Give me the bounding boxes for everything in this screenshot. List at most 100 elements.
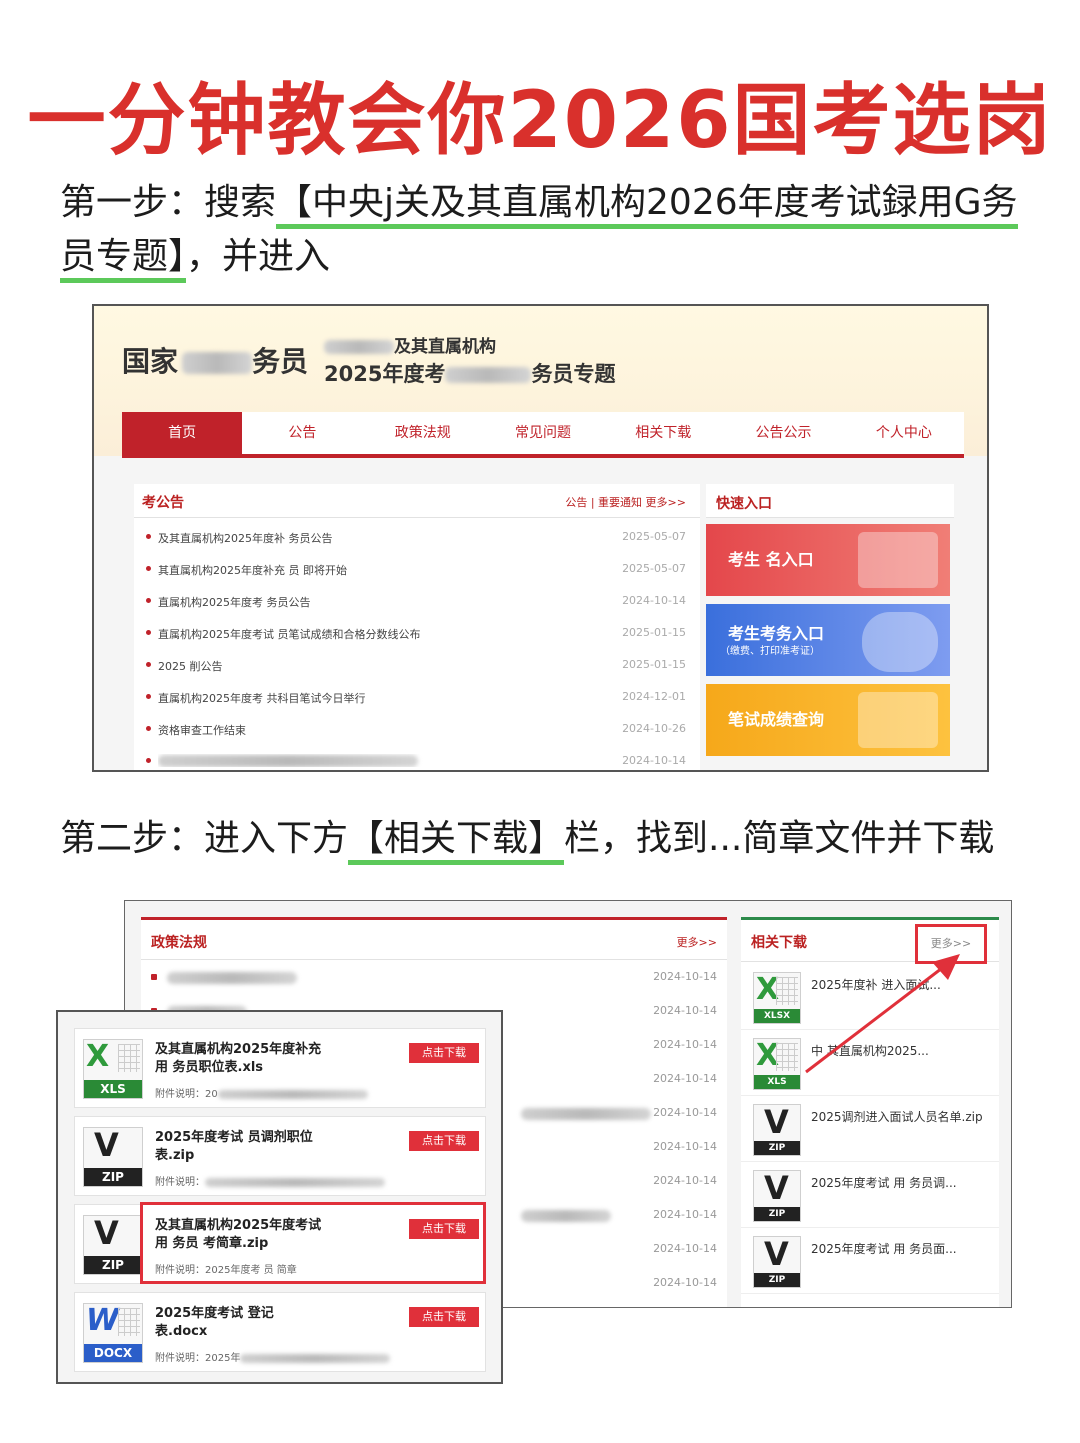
- news-item[interactable]: 直属机构2025年度考 共科目笔试今日举行 2024-12-01: [134, 682, 700, 714]
- main-nav: 首页 公告 政策法规 常见问题 相关下载 公告公示 个人中心: [122, 412, 964, 458]
- nav-downloads[interactable]: 相关下载: [603, 412, 723, 454]
- download-button[interactable]: 点击下载: [409, 1307, 479, 1327]
- blurred-text: [205, 1177, 385, 1187]
- news-item-date: 2025-05-07: [622, 530, 686, 543]
- policy-item-date: 2024-10-14: [653, 1242, 717, 1255]
- news-item-date: 2024-12-01: [622, 690, 686, 703]
- policy-item-date: 2024-10-14: [653, 1004, 717, 1017]
- download-card-name-line1[interactable]: 2025年度考试 登记: [155, 1306, 274, 1321]
- nav-home[interactable]: 首页: [122, 412, 243, 454]
- blurred-text: [445, 367, 532, 383]
- downloads-panel: 相关下载 更多>> X XLSX 2025年度补 进入面试... X XLS 中 其…: [741, 917, 999, 1307]
- download-card-note: 附件说明：20: [155, 1085, 368, 1100]
- exam-site-homepage-screenshot: 国家 务员 及其直属机构 2025年度考 务员专题 首页 公告 政策法规 常见问题 …: [92, 304, 989, 772]
- blurred-text: [217, 1089, 368, 1099]
- downloads-more-link[interactable]: 更多>>: [915, 924, 987, 964]
- news-item-title[interactable]: 资格审查工作结束: [158, 722, 578, 738]
- subtitle-text: 及其直属机构: [394, 337, 496, 357]
- news-item-date: 2024-10-14: [622, 754, 686, 767]
- person-at-computer-icon: [862, 612, 938, 672]
- bullet-icon: [146, 598, 151, 603]
- download-card[interactable]: W DOCX 2025年度考试 登记 表.docx 附件说明：2025年 点击下载: [74, 1292, 486, 1372]
- quick-entry-header: 快速入口: [706, 484, 954, 518]
- news-item-title[interactable]: 及其直属机构2025年度补 务员公告: [158, 530, 578, 546]
- news-item[interactable]: 直属机构2025年度考试 员笔试成绩和合格分数线公布 2025-01-15: [134, 618, 700, 650]
- quick-entry-title: 快速入口: [716, 496, 772, 512]
- page-title: 一分钟教会你2026国考选岗: [27, 76, 1053, 166]
- bullet-icon: [146, 662, 151, 667]
- news-item-date: 2025-01-15: [622, 658, 686, 671]
- subtitle-text-a: 2025年度考: [324, 362, 446, 386]
- policy-item[interactable]: 2024-10-14: [141, 960, 727, 994]
- step-one-highlight-b: 员专题】: [60, 236, 187, 283]
- news-item-date: 2025-05-07: [622, 562, 686, 575]
- document-illustration-icon: [858, 532, 938, 588]
- blurred-text: [521, 1108, 651, 1120]
- download-item[interactable]: X XLSX 2025年度补 进入面试...: [741, 966, 999, 1030]
- policy-item-date: 2024-10-14: [653, 1072, 717, 1085]
- nav-faq[interactable]: 常见问题: [483, 412, 603, 454]
- news-item[interactable]: 其直属机构2025年度补充 员 即将开始 2025-05-07: [134, 554, 700, 586]
- downloads-panel-title: 相关下载: [751, 935, 807, 951]
- site-logo[interactable]: 国家 务员: [122, 340, 308, 380]
- blurred-text: [182, 352, 253, 374]
- xls-file-icon: X XLS: [753, 1038, 801, 1090]
- news-panel-header: 考公告 公告 | 重要通知 更多>>: [134, 484, 700, 518]
- download-card-name[interactable]: 2025年度考试 员调剂职位 表.zip: [155, 1129, 405, 1165]
- download-card-name-line1[interactable]: 及其直属机构2025年度补充: [155, 1042, 321, 1057]
- bullet-icon: [146, 694, 151, 699]
- download-item[interactable]: V ZIP 2025调剂进入面试人员名单.zip: [741, 1098, 999, 1162]
- download-item-name[interactable]: 中 其直属机构2025...: [811, 1042, 991, 1059]
- nav-policies[interactable]: 政策法规: [363, 412, 483, 454]
- policy-item-date: 2024-10-14: [653, 1174, 717, 1187]
- score-query-button[interactable]: 笔试成绩查询: [706, 684, 950, 756]
- download-item[interactable]: V ZIP 2025年度考试 用 务员面...: [741, 1230, 999, 1294]
- nav-personal-center[interactable]: 个人中心: [844, 412, 964, 454]
- news-more-link[interactable]: 公告 | 重要通知 更多>>: [565, 494, 686, 510]
- download-button[interactable]: 点击下载: [409, 1131, 479, 1151]
- news-item-title[interactable]: 直属机构2025年度考试 员笔试成绩和合格分数线公布: [158, 626, 578, 642]
- news-item-title[interactable]: 直属机构2025年度考 务员公告: [158, 594, 578, 610]
- registration-entry-button[interactable]: 考生 名入口: [706, 524, 950, 596]
- news-item-title[interactable]: 2025 削公告: [158, 658, 578, 674]
- news-item-title[interactable]: [158, 754, 578, 767]
- download-item[interactable]: V ZIP 2025年度考试 用 务员调...: [741, 1164, 999, 1228]
- download-button[interactable]: 点击下载: [409, 1043, 479, 1063]
- download-card-name-line1[interactable]: 2025年度考试 员调剂职位: [155, 1130, 313, 1145]
- download-card-name[interactable]: 2025年度考试 登记 表.docx: [155, 1305, 405, 1341]
- download-card-name-line2[interactable]: 表.docx: [155, 1324, 207, 1339]
- news-item-title[interactable]: 直属机构2025年度考 共科目笔试今日举行: [158, 690, 578, 706]
- download-card-name-line2[interactable]: 表.zip: [155, 1148, 194, 1163]
- exam-affairs-entry-button[interactable]: 考生考务入口 （缴费、打印准考证）: [706, 604, 950, 676]
- download-card-note: 附件说明：2025年: [155, 1349, 391, 1364]
- nav-announcements[interactable]: 公告: [242, 412, 362, 454]
- download-item-name[interactable]: 2025调剂进入面试人员名单.zip: [811, 1108, 991, 1125]
- download-card[interactable]: X XLS 及其直属机构2025年度补充用 务员职位表.xls 附件说明：20 点…: [74, 1028, 486, 1108]
- zip-file-icon: V ZIP: [83, 1215, 143, 1275]
- download-card-name-line2[interactable]: 用 务员职位表.xls: [155, 1060, 263, 1075]
- news-item[interactable]: 2024-10-14: [134, 746, 700, 770]
- news-item[interactable]: 2025 削公告 2025-01-15: [134, 650, 700, 682]
- nav-public-notices[interactable]: 公告公示: [723, 412, 843, 454]
- docx-file-icon: W DOCX: [83, 1303, 143, 1363]
- news-item-title[interactable]: 其直属机构2025年度补充 员 即将开始: [158, 562, 578, 578]
- download-item-name[interactable]: 2025年度考试 用 务员面...: [811, 1240, 991, 1257]
- highlight-box: [140, 1202, 486, 1284]
- download-item-name[interactable]: 2025年度补 进入面试...: [811, 976, 991, 993]
- policy-more-link[interactable]: 更多>>: [677, 934, 717, 950]
- news-item-date: 2024-10-26: [622, 722, 686, 735]
- news-panel-title: 考公告: [142, 495, 184, 511]
- xlsx-file-icon: X XLSX: [753, 972, 801, 1024]
- download-item-name[interactable]: 2025年度考试 用 务员调...: [811, 1174, 991, 1191]
- news-item[interactable]: 及其直属机构2025年度补 务员公告 2025-05-07: [134, 522, 700, 554]
- download-item[interactable]: X XLS 中 其直属机构2025...: [741, 1032, 999, 1096]
- news-item[interactable]: 资格审查工作结束 2024-10-26: [134, 714, 700, 746]
- blurred-text: [324, 340, 394, 354]
- download-card[interactable]: V ZIP 2025年度考试 员调剂职位 表.zip 附件说明： 点击下载: [74, 1116, 486, 1196]
- news-item[interactable]: 直属机构2025年度考 务员公告 2024-10-14: [134, 586, 700, 618]
- entry-label: 考生 名入口: [728, 550, 814, 569]
- blurred-text: [167, 972, 297, 984]
- policy-item-date: 2024-10-14: [653, 1140, 717, 1153]
- entry-label: 笔试成绩查询: [728, 710, 825, 729]
- download-card-name[interactable]: 及其直属机构2025年度补充用 务员职位表.xls: [155, 1041, 405, 1077]
